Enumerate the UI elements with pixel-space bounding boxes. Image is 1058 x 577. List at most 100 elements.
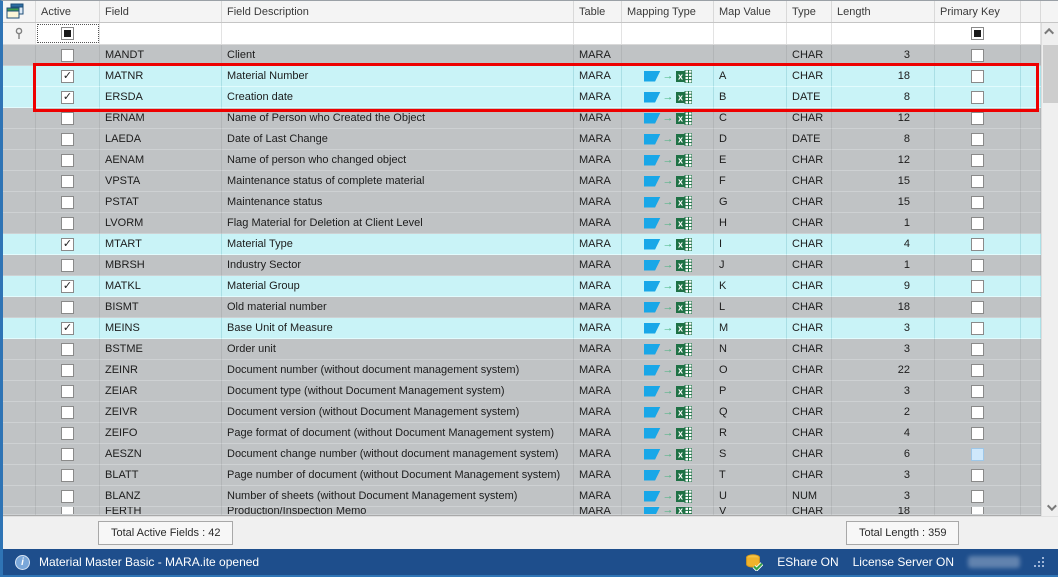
primary-key-checkbox[interactable]	[971, 469, 984, 482]
table-row[interactable]: ZEIVRDocument version (without Document …	[3, 402, 1041, 423]
column-header-mapping-type[interactable]: Mapping Type	[622, 1, 714, 22]
table-row[interactable]: ✓ERSDACreation dateMARA→xBDATE8	[3, 87, 1041, 108]
active-checkbox[interactable]	[61, 364, 74, 377]
primary-key-checkbox[interactable]	[971, 49, 984, 62]
active-checkbox[interactable]	[61, 507, 74, 515]
active-checkbox[interactable]	[61, 469, 74, 482]
primary-key-checkbox[interactable]	[971, 70, 984, 83]
column-header-type[interactable]: Type	[787, 1, 832, 22]
filter-primary-key-cell[interactable]	[935, 23, 1021, 44]
primary-key-checkbox[interactable]	[971, 133, 984, 146]
table-row[interactable]: BLANZNumber of sheets (without Document …	[3, 486, 1041, 507]
column-header-field[interactable]: Field	[100, 1, 222, 22]
active-checkbox[interactable]: ✓	[61, 280, 74, 293]
primary-key-checkbox[interactable]	[971, 154, 984, 167]
active-checkbox[interactable]	[61, 385, 74, 398]
table-row[interactable]: FERTHProduction/Inspection MemoMARA→xVCH…	[3, 507, 1041, 515]
primary-key-checkbox[interactable]	[971, 259, 984, 272]
table-row[interactable]: AESZNDocument change number (without doc…	[3, 444, 1041, 465]
active-checkbox[interactable]	[61, 154, 74, 167]
active-checkbox[interactable]	[61, 490, 74, 503]
column-header-table[interactable]: Table	[574, 1, 622, 22]
primary-key-checkbox[interactable]	[971, 91, 984, 104]
eshare-status[interactable]: EShare ON	[777, 555, 838, 569]
table-row[interactable]: VPSTAMaintenance status of complete mate…	[3, 171, 1041, 192]
active-checkbox[interactable]	[61, 406, 74, 419]
primary-key-checkbox[interactable]	[971, 322, 984, 335]
table-row[interactable]: ✓MATKLMaterial GroupMARA→xKCHAR9	[3, 276, 1041, 297]
license-server-status[interactable]: License Server ON	[853, 555, 954, 569]
table-row[interactable]: BSTMEOrder unitMARA→xNCHAR3	[3, 339, 1041, 360]
primary-key-checkbox[interactable]	[971, 217, 984, 230]
primary-key-checkbox[interactable]	[971, 364, 984, 377]
filter-field-cell[interactable]	[100, 23, 222, 44]
filter-mapping-cell[interactable]	[622, 23, 714, 44]
column-header-length[interactable]: Length	[832, 1, 935, 22]
active-filter-checkbox[interactable]	[61, 27, 74, 40]
grid-customize-button[interactable]	[3, 1, 36, 22]
table-row[interactable]: MANDTClientMARACHAR3	[3, 45, 1041, 66]
active-checkbox[interactable]	[61, 301, 74, 314]
active-checkbox[interactable]	[61, 217, 74, 230]
table-row[interactable]: AENAMName of person who changed objectMA…	[3, 150, 1041, 171]
primary-key-checkbox[interactable]	[971, 280, 984, 293]
primary-key-checkbox[interactable]	[971, 112, 984, 125]
table-row[interactable]: ZEIARDocument type (without Document Man…	[3, 381, 1041, 402]
primary-key-checkbox[interactable]	[971, 301, 984, 314]
table-cell: MARA	[574, 465, 622, 486]
active-checkbox[interactable]	[61, 196, 74, 209]
filter-table-cell[interactable]	[574, 23, 622, 44]
table-row[interactable]: LAEDADate of Last ChangeMARA→xDDATE8	[3, 129, 1041, 150]
table-row[interactable]: BISMTOld material numberMARA→xLCHAR18	[3, 297, 1041, 318]
table-row[interactable]: ✓MATNRMaterial NumberMARA→xACHAR18	[3, 66, 1041, 87]
filter-length-cell[interactable]	[832, 23, 935, 44]
mapping-excel-icon: →x	[644, 507, 692, 515]
active-checkbox[interactable]: ✓	[61, 238, 74, 251]
active-checkbox[interactable]	[61, 49, 74, 62]
primary-key-checkbox[interactable]	[971, 448, 984, 461]
active-checkbox[interactable]: ✓	[61, 91, 74, 104]
table-row[interactable]: ZEIFOPage format of document (without Do…	[3, 423, 1041, 444]
table-row[interactable]: MBRSHIndustry SectorMARA→xJCHAR1	[3, 255, 1041, 276]
filter-active-cell[interactable]	[36, 23, 100, 44]
table-row[interactable]: PSTATMaintenance statusMARA→xGCHAR15	[3, 192, 1041, 213]
primary-key-checkbox[interactable]	[971, 385, 984, 398]
active-checkbox[interactable]: ✓	[61, 322, 74, 335]
active-checkbox[interactable]	[61, 259, 74, 272]
active-checkbox[interactable]	[61, 175, 74, 188]
column-header-active[interactable]: Active	[36, 1, 100, 22]
primary-key-filter-checkbox[interactable]	[971, 27, 984, 40]
scrollbar-thumb[interactable]	[1043, 45, 1058, 103]
filter-type-cell[interactable]	[787, 23, 832, 44]
active-checkbox[interactable]	[61, 427, 74, 440]
primary-key-checkbox[interactable]	[971, 238, 984, 251]
table-row[interactable]: ✓MTARTMaterial TypeMARA→xICHAR4	[3, 234, 1041, 255]
table-row[interactable]: BLATTPage number of document (without Do…	[3, 465, 1041, 486]
primary-key-checkbox[interactable]	[971, 175, 984, 188]
active-checkbox[interactable]: ✓	[61, 70, 74, 83]
column-header-field-description[interactable]: Field Description	[222, 1, 574, 22]
filter-map-value-cell[interactable]	[714, 23, 787, 44]
map-value-cell: G	[714, 192, 787, 213]
column-header-map-value[interactable]: Map Value	[714, 1, 787, 22]
active-checkbox[interactable]	[61, 343, 74, 356]
table-row[interactable]: LVORMFlag Material for Deletion at Clien…	[3, 213, 1041, 234]
primary-key-checkbox[interactable]	[971, 343, 984, 356]
table-row[interactable]: ERNAMName of Person who Created the Obje…	[3, 108, 1041, 129]
primary-key-checkbox[interactable]	[971, 196, 984, 209]
table-row[interactable]: ZEINRDocument number (without document m…	[3, 360, 1041, 381]
resize-grip[interactable]	[1034, 557, 1045, 571]
scroll-up-button[interactable]	[1042, 23, 1058, 40]
active-checkbox[interactable]	[61, 133, 74, 146]
active-checkbox[interactable]	[61, 448, 74, 461]
scroll-down-button[interactable]	[1042, 499, 1058, 516]
primary-key-checkbox[interactable]	[971, 406, 984, 419]
primary-key-checkbox[interactable]	[971, 490, 984, 503]
primary-key-checkbox[interactable]	[971, 427, 984, 440]
vertical-scrollbar[interactable]	[1041, 23, 1058, 516]
active-checkbox[interactable]	[61, 112, 74, 125]
filter-description-cell[interactable]	[222, 23, 574, 44]
column-header-primary-key[interactable]: Primary Key	[935, 1, 1021, 22]
primary-key-checkbox[interactable]	[971, 507, 984, 515]
table-row[interactable]: ✓MEINSBase Unit of MeasureMARA→xMCHAR3	[3, 318, 1041, 339]
